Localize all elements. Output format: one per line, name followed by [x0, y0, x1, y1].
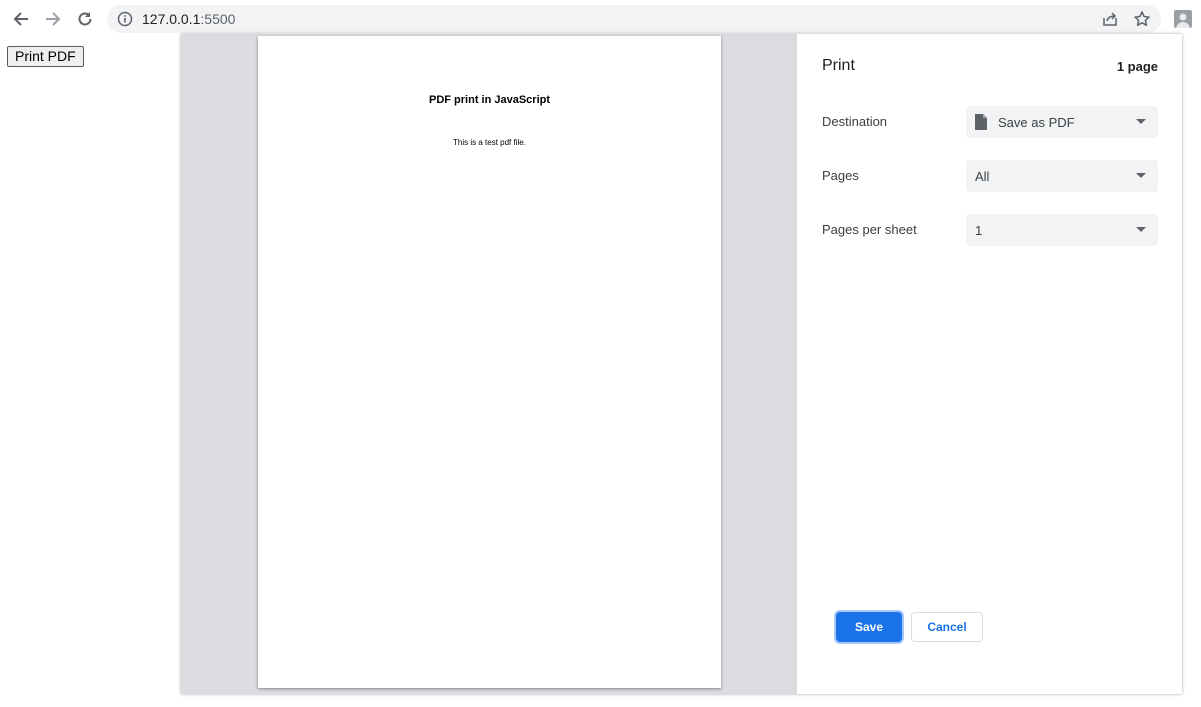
address-bar[interactable]: 127.0.0.1:5500: [107, 5, 1161, 33]
destination-label: Destination: [822, 114, 888, 129]
browser-toolbar: 127.0.0.1:5500: [0, 0, 1201, 37]
pages-label: Pages: [822, 168, 859, 183]
share-icon[interactable]: [1101, 10, 1119, 28]
dialog-title: Print: [822, 57, 855, 74]
profile-avatar[interactable]: [1174, 10, 1192, 28]
print-pdf-button[interactable]: Print PDF: [7, 46, 84, 67]
arrow-right-icon: [46, 12, 61, 26]
print-settings-panel: Print 1 page Destination Save as PDF Pag…: [797, 34, 1182, 694]
preview-heading: PDF print in JavaScript: [428, 94, 551, 106]
destination-select[interactable]: Save as PDF: [966, 106, 1158, 138]
back-button[interactable]: [8, 6, 34, 32]
cancel-button[interactable]: Cancel: [911, 612, 983, 642]
url-text: 127.0.0.1:5500: [142, 11, 235, 27]
pages-value: All: [975, 169, 990, 184]
page-count: 1 page: [1116, 59, 1158, 74]
url-port: :5500: [200, 11, 236, 27]
star-icon[interactable]: [1133, 10, 1151, 28]
preview-body-text: This is a test pdf file.: [453, 138, 526, 147]
chevron-down-icon: [1136, 173, 1146, 178]
pages-per-sheet-value: 1: [975, 223, 983, 238]
reload-icon: [78, 12, 92, 26]
pages-select[interactable]: All: [966, 160, 1158, 192]
file-icon: [975, 114, 987, 130]
url-host: 127.0.0.1: [142, 11, 201, 27]
forward-button[interactable]: [40, 6, 66, 32]
chevron-down-icon: [1136, 119, 1146, 124]
print-preview-area[interactable]: PDF print in JavaScript This is a test p…: [181, 34, 797, 694]
arrow-left-icon: [13, 12, 28, 26]
preview-sheet: PDF print in JavaScript This is a test p…: [258, 36, 721, 688]
chevron-down-icon: [1136, 227, 1146, 232]
print-dialog: PDF print in JavaScript This is a test p…: [181, 34, 1182, 694]
destination-value: Save as PDF: [998, 115, 1075, 130]
reload-button[interactable]: [72, 6, 98, 32]
pages-per-sheet-label: Pages per sheet: [822, 222, 917, 237]
save-button[interactable]: Save: [836, 612, 902, 642]
pages-per-sheet-select[interactable]: 1: [966, 214, 1158, 246]
person-icon: [1176, 13, 1190, 28]
info-icon[interactable]: [117, 11, 133, 27]
